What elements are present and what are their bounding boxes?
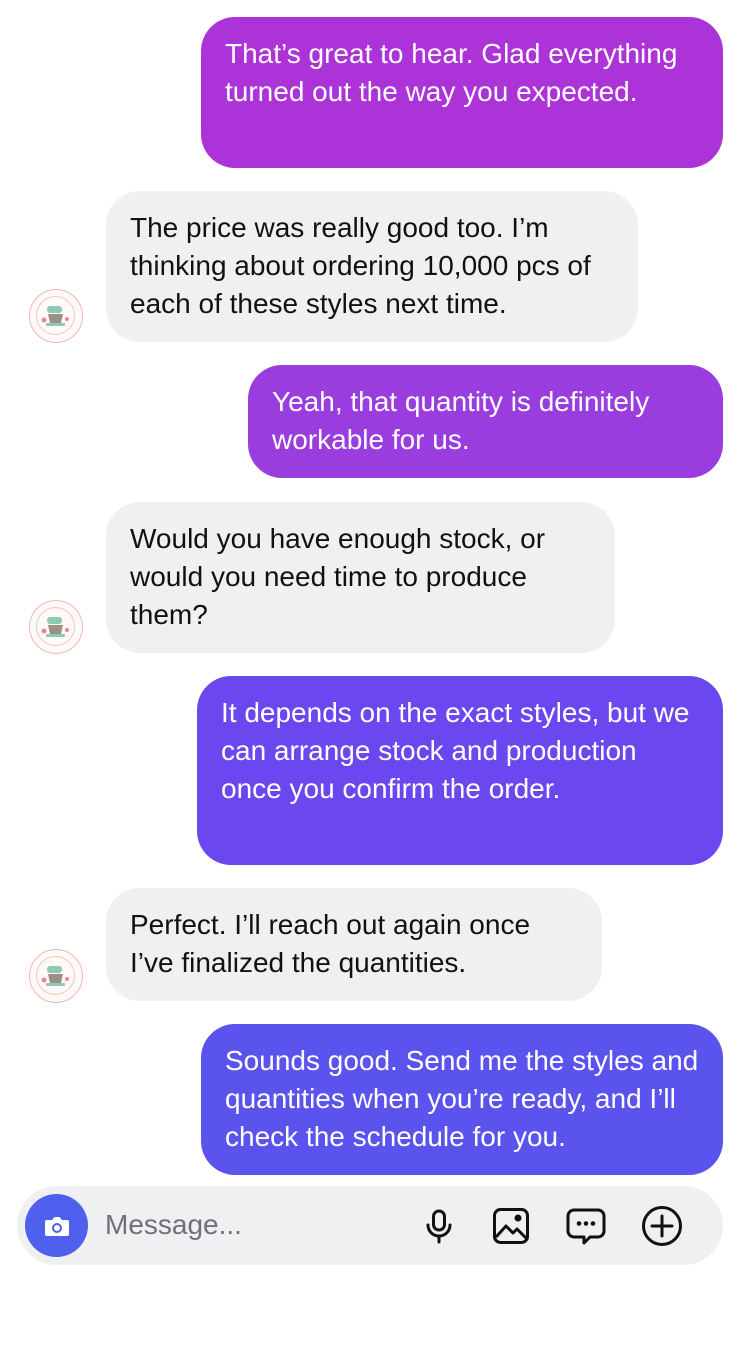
- outgoing-message: That’s great to hear. Glad everything tu…: [201, 17, 723, 168]
- message-text: Sounds good. Send me the styles and quan…: [225, 1045, 699, 1152]
- contact-avatar[interactable]: [29, 600, 83, 654]
- microphone-button[interactable]: [416, 1203, 462, 1249]
- microphone-icon: [426, 1209, 452, 1244]
- plus-icon: [642, 1206, 682, 1246]
- message-text: That’s great to hear. Glad everything tu…: [225, 38, 678, 107]
- mixer-logo-icon: [36, 296, 75, 335]
- contact-avatar[interactable]: [29, 949, 83, 1003]
- mixer-logo-icon: [36, 956, 75, 995]
- message-input[interactable]: [105, 1202, 405, 1248]
- more-options-button[interactable]: [639, 1203, 685, 1249]
- sticker-icon: [566, 1208, 606, 1245]
- outgoing-message: Sounds good. Send me the styles and quan…: [201, 1024, 723, 1175]
- incoming-message: The price was really good too. I’m think…: [106, 191, 638, 342]
- message-text: Perfect. I’ll reach out again once I’ve …: [130, 909, 531, 978]
- incoming-message: Would you have enough stock, or would yo…: [106, 502, 615, 653]
- message-text: The price was really good too. I’m think…: [130, 212, 591, 319]
- incoming-message: Perfect. I’ll reach out again once I’ve …: [106, 888, 602, 1001]
- message-text: Yeah, that quantity is definitely workab…: [272, 386, 650, 455]
- gallery-button[interactable]: [488, 1203, 534, 1249]
- message-composer: [17, 1186, 723, 1265]
- camera-icon: [44, 1216, 69, 1236]
- camera-button[interactable]: [25, 1194, 88, 1257]
- mixer-logo-icon: [36, 607, 75, 646]
- sticker-button[interactable]: [563, 1203, 609, 1249]
- gallery-icon: [493, 1208, 529, 1244]
- message-text: It depends on the exact styles, but we c…: [221, 697, 690, 804]
- outgoing-message: Yeah, that quantity is definitely workab…: [248, 365, 723, 478]
- contact-avatar[interactable]: [29, 289, 83, 343]
- message-text: Would you have enough stock, or would yo…: [130, 523, 546, 630]
- outgoing-message: It depends on the exact styles, but we c…: [197, 676, 723, 865]
